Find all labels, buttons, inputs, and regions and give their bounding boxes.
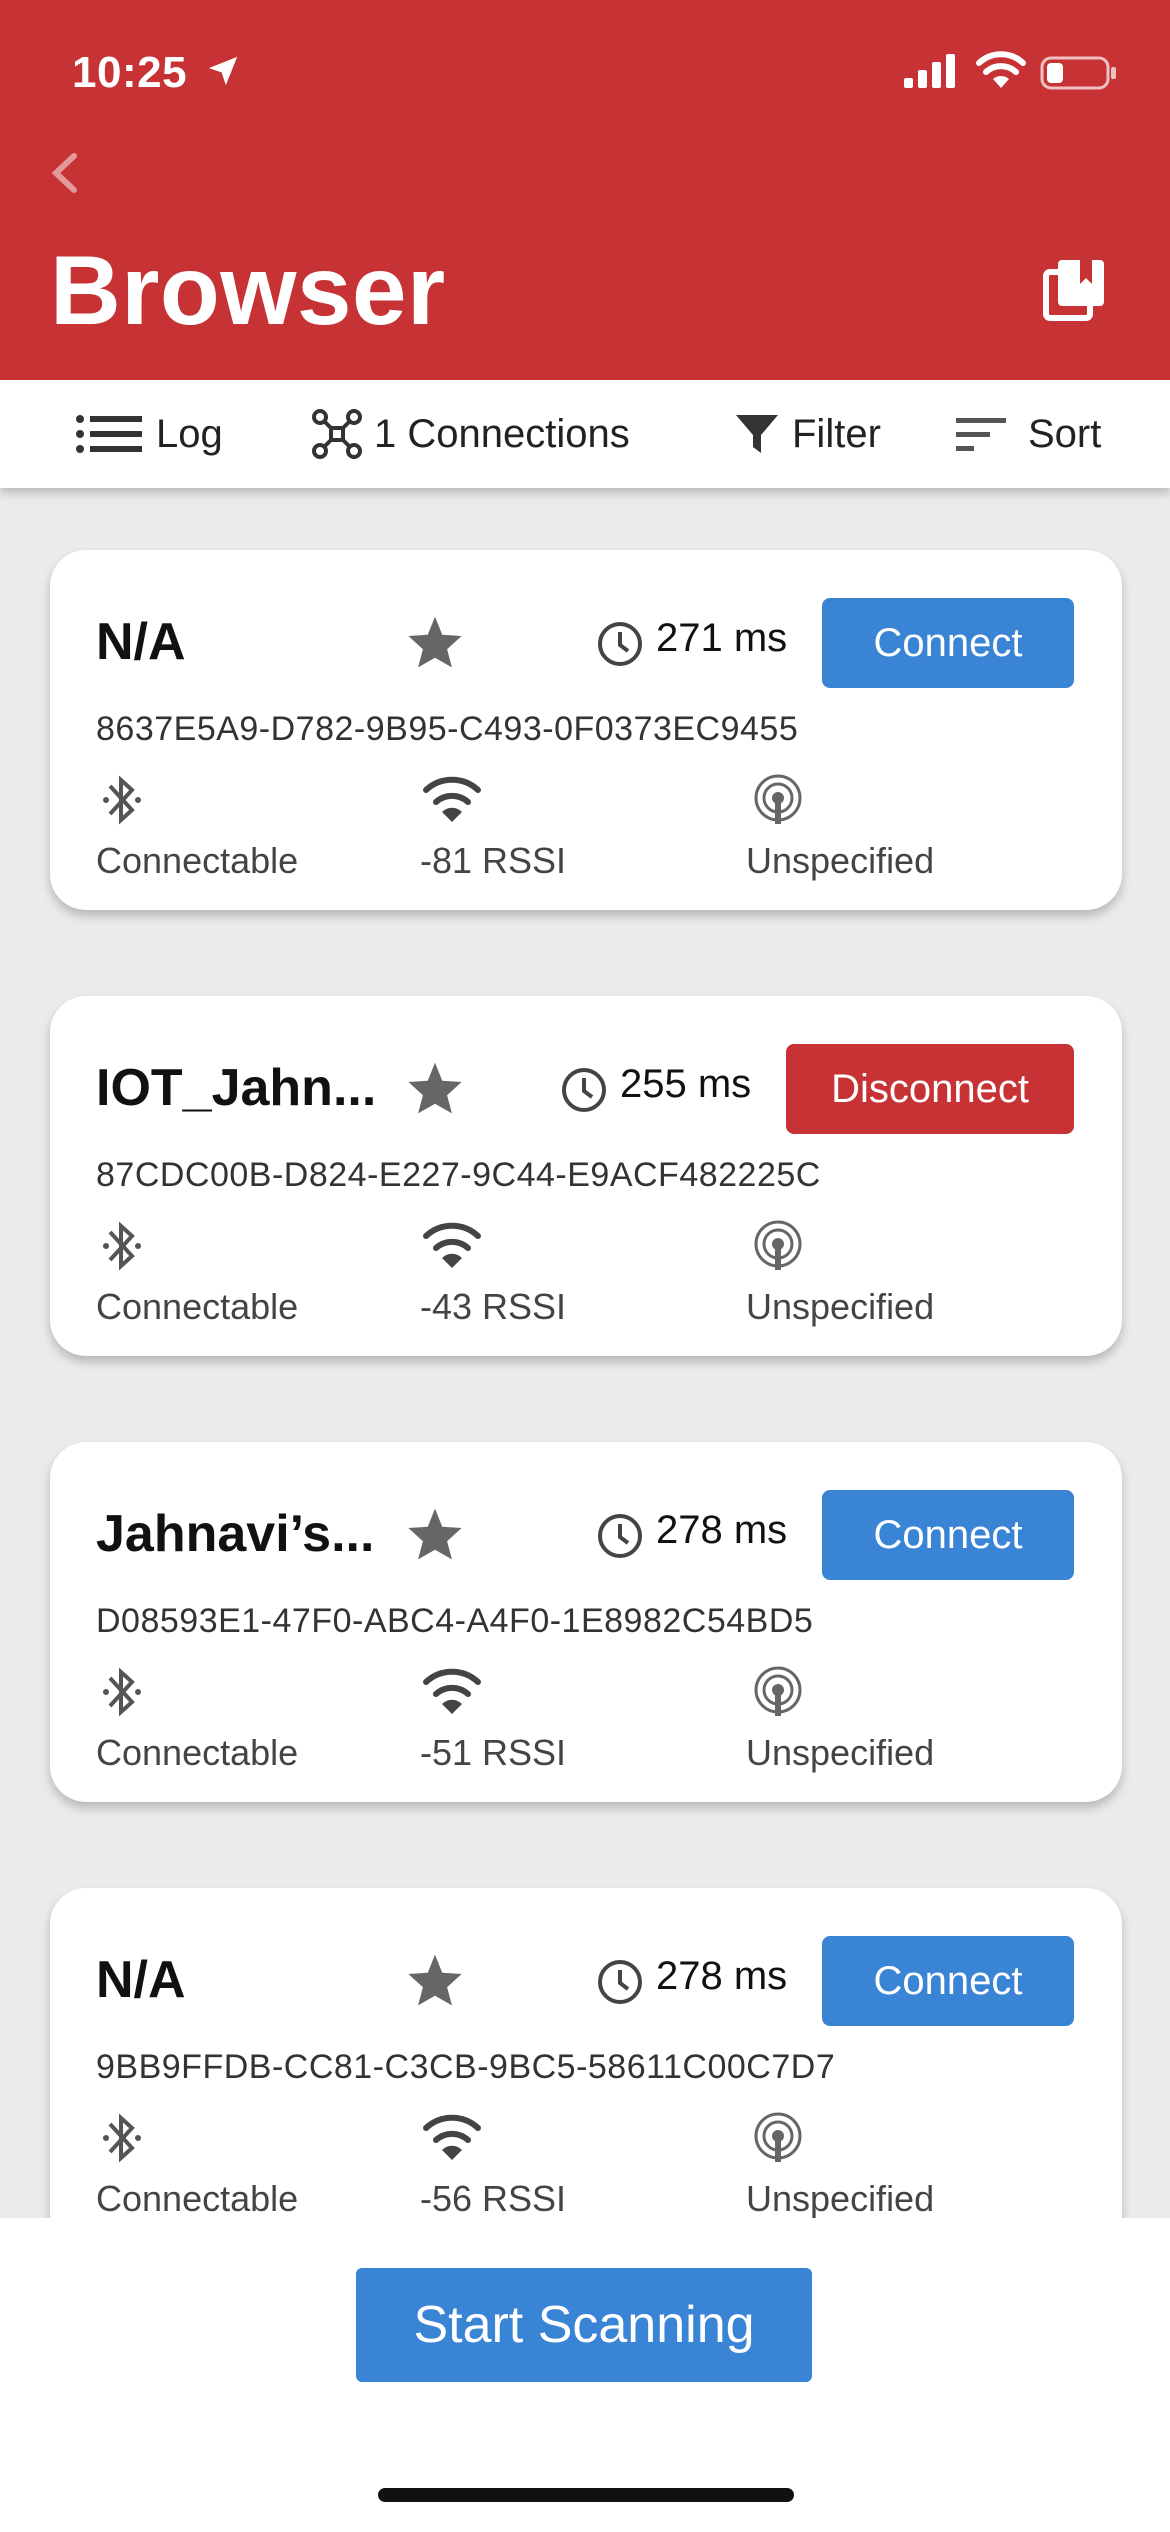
device-name: Jahnavi’s... xyxy=(96,1505,375,1563)
type-label: Unspecified xyxy=(746,840,935,881)
rssi-label: -43 RSSI xyxy=(420,1286,567,1327)
rssi-label: -56 RSSI xyxy=(420,2178,567,2219)
toolbar: Log 1 Connections Filter Sort xyxy=(0,380,1170,488)
cellular-signal-icon xyxy=(904,54,955,88)
log-label: Log xyxy=(156,411,223,456)
type-label: Unspecified xyxy=(746,1732,935,1773)
star-icon[interactable] xyxy=(406,1060,464,1116)
wifi-icon xyxy=(976,51,1026,88)
signal-icon xyxy=(423,1222,481,1268)
connectable-label: Connectable xyxy=(96,1732,299,1773)
battery-icon xyxy=(1040,56,1116,90)
connections-label: 1 Connections xyxy=(374,411,630,456)
device-card[interactable]: N/A 278 ms Connect 9BB9FFDB-CC81-C3CB-9B… xyxy=(50,1888,1122,2248)
bluetooth-icon xyxy=(103,2113,141,2163)
connect-button[interactable]: Connect xyxy=(822,1936,1074,2026)
device-uuid: 9BB9FFDB-CC81-C3CB-9BC5-58611C00C7D7 xyxy=(96,2048,836,2086)
connect-button[interactable]: Connect xyxy=(822,598,1074,688)
connections-button[interactable]: 1 Connections xyxy=(312,380,630,488)
connectable-label: Connectable xyxy=(96,840,299,881)
device-name: N/A xyxy=(96,1951,186,2009)
type-label: Unspecified xyxy=(746,2178,935,2219)
location-arrow-icon xyxy=(208,56,238,86)
status-time: 10:25 xyxy=(72,48,188,97)
advertising-interval: 271 ms xyxy=(656,616,788,660)
device-uuid: 8637E5A9-D782-9B95-C493-0F0373EC9455 xyxy=(96,710,799,748)
star-icon[interactable] xyxy=(406,1506,464,1562)
bluetooth-icon xyxy=(103,775,141,825)
clock-icon xyxy=(562,1068,606,1112)
bottom-bar: Start Scanning xyxy=(0,2218,1170,2532)
sort-label: Sort xyxy=(1028,411,1102,456)
broadcast-icon xyxy=(754,1666,802,1716)
home-indicator[interactable] xyxy=(378,2488,794,2502)
bluetooth-icon xyxy=(103,1667,141,1717)
clock-icon xyxy=(598,1514,642,1558)
list-icon xyxy=(76,415,142,453)
filter-icon xyxy=(736,415,778,453)
connectable-label: Connectable xyxy=(96,1286,299,1327)
device-name: N/A xyxy=(96,613,186,671)
clock-icon xyxy=(598,622,642,666)
filter-button[interactable]: Filter xyxy=(734,380,881,488)
signal-icon xyxy=(423,2114,481,2160)
page-title: Browser xyxy=(50,235,446,345)
advertising-interval: 278 ms xyxy=(656,1508,788,1552)
broadcast-icon xyxy=(754,774,802,824)
network-icon xyxy=(312,409,362,459)
bluetooth-icon xyxy=(103,1221,141,1271)
rssi-label: -81 RSSI xyxy=(420,840,567,881)
type-label: Unspecified xyxy=(746,1286,935,1327)
bookmark-stack-icon[interactable] xyxy=(1042,258,1106,322)
device-card[interactable]: N/A 271 ms Connect 8637E5A9-D782-9B95-C4… xyxy=(50,550,1122,910)
star-icon[interactable] xyxy=(406,1952,464,2008)
broadcast-icon xyxy=(754,1220,802,1270)
advertising-interval: 255 ms xyxy=(620,1062,752,1106)
filter-label: Filter xyxy=(792,411,881,456)
device-uuid: 87CDC00B-D824-E227-9C44-E9ACF482225C xyxy=(96,1156,821,1194)
signal-icon xyxy=(423,776,481,822)
device-name: IOT_Jahn... xyxy=(96,1059,377,1117)
clock-icon xyxy=(598,1960,642,2004)
connect-button[interactable]: Connect xyxy=(822,1490,1074,1580)
broadcast-icon xyxy=(754,2112,802,2162)
rssi-label: -51 RSSI xyxy=(420,1732,567,1773)
back-chevron-icon[interactable] xyxy=(44,150,84,196)
log-button[interactable]: Log xyxy=(76,380,223,488)
star-icon[interactable] xyxy=(406,614,464,670)
sort-icon xyxy=(956,418,1006,451)
app-header: 10:25 Browser xyxy=(0,0,1170,380)
start-scanning-button[interactable]: Start Scanning xyxy=(356,2268,812,2382)
connectable-label: Connectable xyxy=(96,2178,299,2219)
advertising-interval: 278 ms xyxy=(656,1954,788,1998)
device-card[interactable]: Jahnavi’s... 278 ms Connect D08593E1-47F… xyxy=(50,1442,1122,1802)
device-uuid: D08593E1-47F0-ABC4-A4F0-1E8982C54BD5 xyxy=(96,1602,814,1640)
signal-icon xyxy=(423,1668,481,1714)
disconnect-button[interactable]: Disconnect xyxy=(786,1044,1074,1134)
device-card[interactable]: IOT_Jahn... 255 ms Disconnect 87CDC00B-D… xyxy=(50,996,1122,1356)
sort-button[interactable]: Sort xyxy=(956,380,1101,488)
